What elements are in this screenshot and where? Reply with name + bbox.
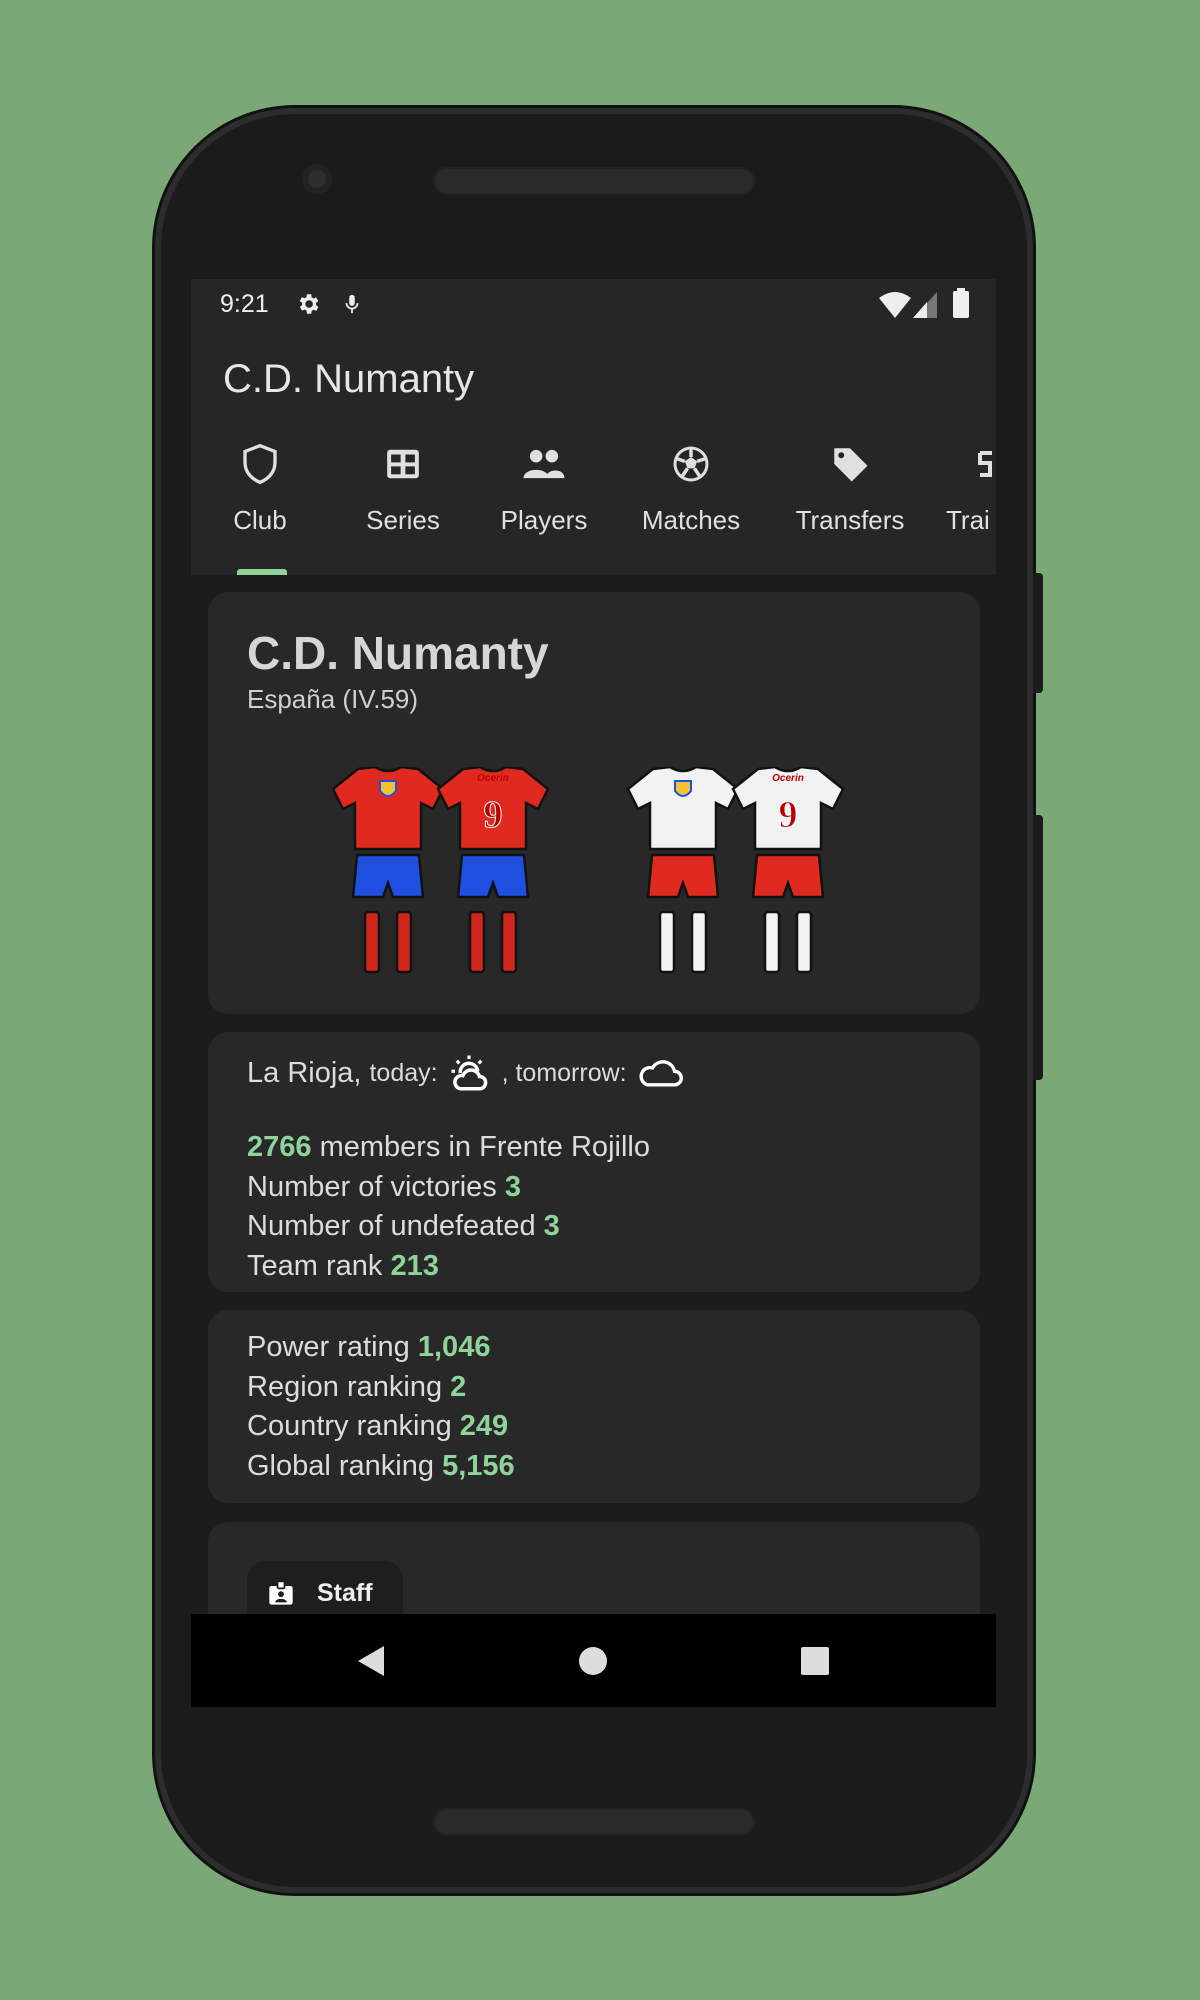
tomorrow-label: , tomorrow: (501, 1058, 627, 1087)
home-kit-front (333, 767, 445, 974)
club-country: España (IV.59) (247, 684, 419, 714)
members-label: members in Frente Rojillo (319, 1131, 650, 1163)
partly-cloudy-icon (451, 1055, 487, 1091)
staff-label: Staff (317, 1579, 373, 1607)
tab-label: Players (500, 505, 588, 535)
undefeated-line: Number of undefeated 3 (247, 1207, 650, 1247)
country-line: Country ranking 249 (247, 1407, 515, 1447)
soccer-ball-icon (673, 446, 709, 482)
mic-icon (345, 294, 359, 314)
away-kit-front (626, 767, 740, 974)
grid-icon (387, 449, 419, 479)
app-bar: C.D. Numanty Club Series Players Matches… (191, 331, 996, 575)
svg-text:9: 9 (779, 794, 798, 836)
region-line: Region ranking 2 (247, 1368, 515, 1408)
country-label: Country ranking (247, 1410, 452, 1442)
global-line: Global ranking 5,156 (247, 1447, 515, 1487)
gear-icon (299, 294, 319, 314)
club-card: C.D. Numanty España (IV.59) Ocerin 9 Oceri… (208, 592, 980, 1014)
svg-text:Ocerin: Ocerin (772, 773, 804, 784)
top-speaker (433, 167, 755, 195)
recents-icon[interactable] (801, 1647, 829, 1675)
front-camera (302, 164, 332, 194)
team-kits: Ocerin 9 Ocerin 9 (333, 767, 845, 974)
training-icon (978, 451, 992, 477)
tab-transfers[interactable]: Transfers (780, 439, 920, 536)
tab-series[interactable]: Series (333, 439, 473, 536)
undefeated-value: 3 (543, 1210, 560, 1242)
undefeated-label: Number of undefeated (247, 1210, 536, 1242)
info-card: La Rioja, today: , tomorrow: 2766 member… (208, 1032, 980, 1292)
members-value: 2766 (247, 1131, 312, 1163)
tab-indicator (237, 569, 287, 575)
tab-label: Matches (641, 505, 741, 535)
app-title: C.D. Numanty (223, 357, 475, 401)
bottom-speaker (433, 1808, 755, 1836)
tag-icon (834, 448, 868, 482)
global-label: Global ranking (247, 1449, 434, 1482)
status-bar: 9:21 (191, 279, 996, 331)
victories-label: Number of victories (247, 1170, 497, 1203)
tab-matches[interactable]: Matches (621, 439, 761, 536)
home-icon[interactable] (579, 1647, 607, 1675)
power-label: Power rating (247, 1331, 410, 1363)
tab-players[interactable]: Players (474, 439, 614, 536)
status-time: 9:21 (220, 290, 269, 318)
tab-label: Club (233, 505, 287, 535)
team-rank-label: Team rank (247, 1249, 383, 1282)
power-line: Power rating 1,046 (247, 1328, 515, 1368)
tab-training[interactable]: Trai (946, 439, 996, 536)
ranking-card: Power rating 1,046 Region ranking 2 Coun… (208, 1310, 980, 1503)
victories-value: 3 (504, 1170, 522, 1203)
tab-club[interactable]: Club (191, 439, 330, 536)
volume-button (1033, 815, 1043, 1080)
navigation-bar (191, 1614, 996, 1707)
shield-icon (243, 443, 277, 485)
cloud-icon (639, 1060, 683, 1087)
battery-icon (953, 288, 969, 318)
tab-label: Series (366, 505, 440, 535)
back-icon[interactable] (356, 1646, 386, 1676)
tab-label: Transfers (795, 505, 905, 535)
region-label: Region ranking (247, 1370, 443, 1403)
region-value: 2 (450, 1370, 467, 1403)
team-rank-line: Team rank 213 (247, 1247, 650, 1287)
team-rank-value: 213 (390, 1249, 439, 1282)
wifi-icon (879, 292, 911, 318)
victories-line: Number of victories 3 (247, 1168, 650, 1208)
country-value: 249 (459, 1410, 509, 1442)
signal-icon (913, 292, 937, 318)
members-line: 2766 members in Frente Rojillo (247, 1128, 650, 1168)
today-label: today: (369, 1058, 438, 1087)
region-name: La Rioja, (247, 1056, 362, 1089)
power-button (1033, 573, 1043, 693)
svg-text:9: 9 (484, 794, 503, 836)
screen: 9:21 C.D. Numanty Club Series Players Ma… (191, 279, 996, 1707)
club-name: C.D. Numanty (247, 627, 549, 679)
global-value: 5,156 (442, 1449, 515, 1482)
away-kit-back: Ocerin 9 (731, 767, 845, 974)
svg-text:Ocerin: Ocerin (477, 773, 509, 784)
people-icon (523, 449, 565, 479)
tab-label: Trai (946, 505, 990, 535)
home-kit-back: Ocerin 9 (436, 767, 550, 974)
power-value: 1,046 (417, 1331, 491, 1363)
badge-icon (269, 1580, 293, 1605)
